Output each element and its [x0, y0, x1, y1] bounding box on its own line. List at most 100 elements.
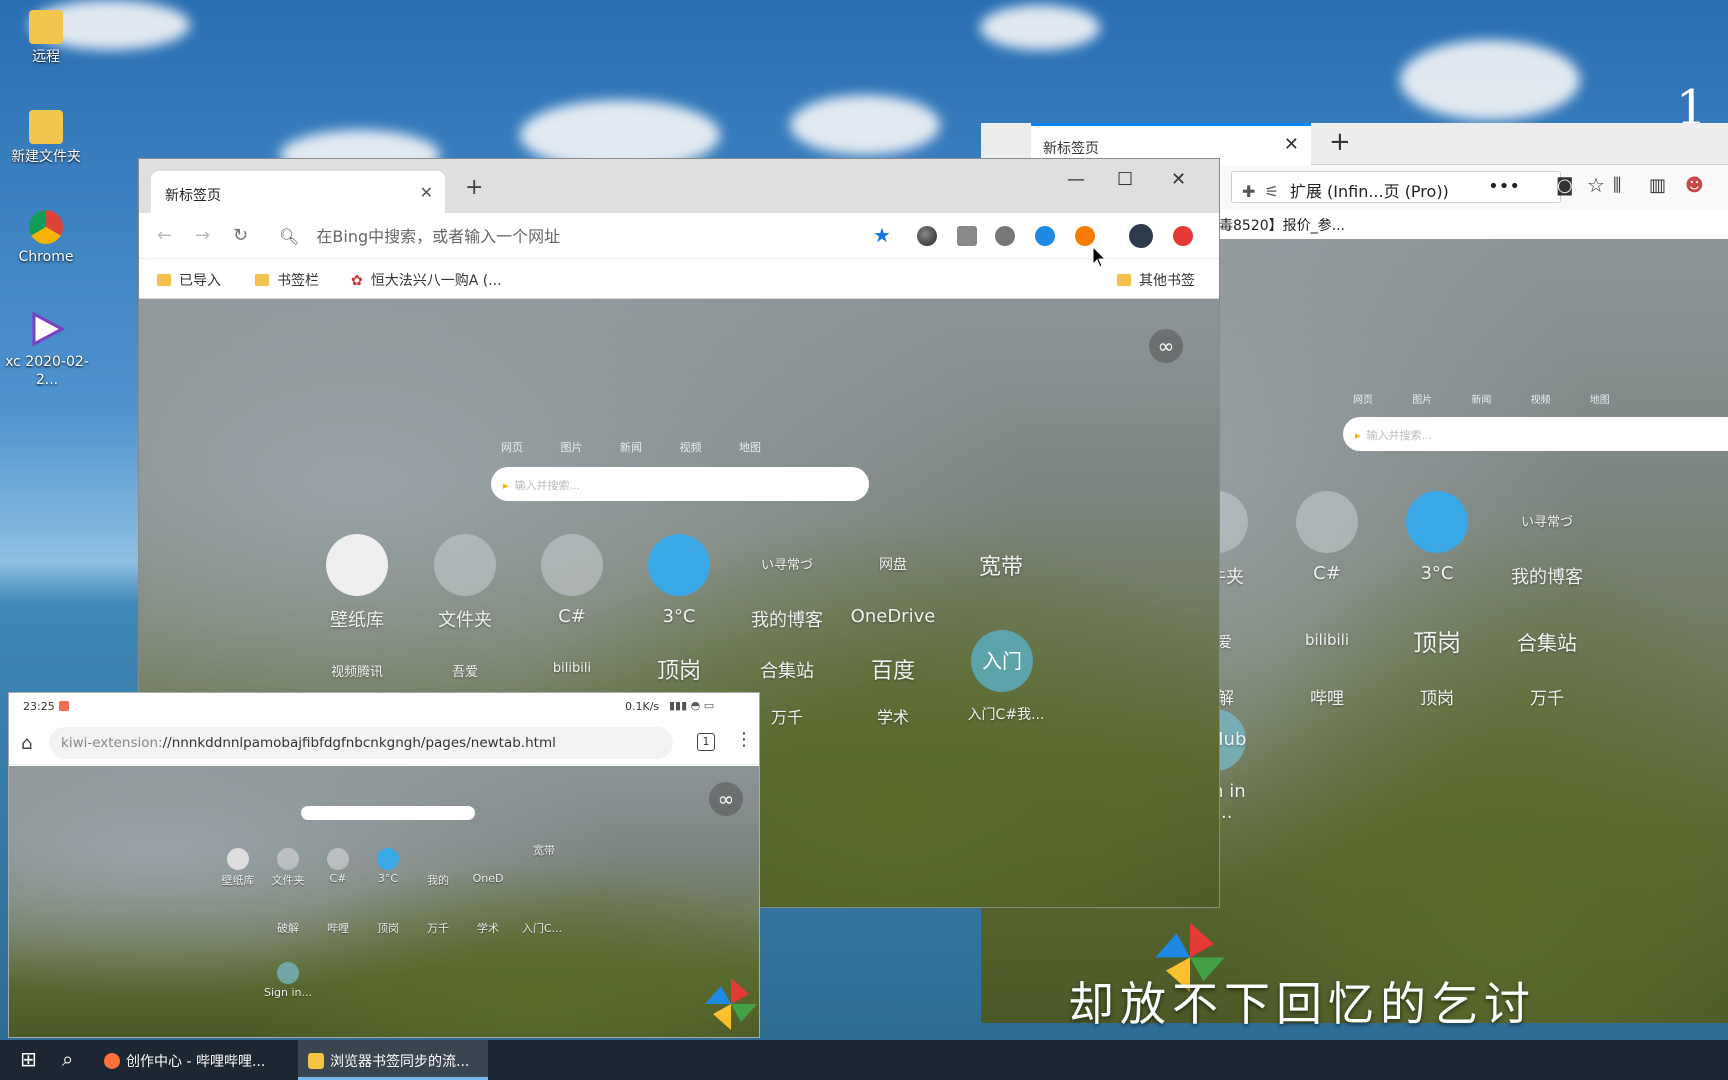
forward-icon[interactable]: → [195, 225, 210, 246]
search-tab[interactable]: 视频 [680, 441, 702, 454]
search-input[interactable]: ▸ 输入并搜索... [1343, 417, 1728, 451]
search-tab[interactable]: 图片 [1412, 395, 1432, 406]
mini-word[interactable]: 哔哩 [313, 920, 363, 936]
star-icon[interactable]: ☆ [1587, 173, 1605, 197]
search-input[interactable]: ▸ 输入并搜索... [491, 467, 869, 501]
mini-tile[interactable]: OneD [463, 872, 513, 885]
chrome-tab-newtab[interactable]: 新标签页 ✕ [151, 171, 445, 213]
maximize-icon[interactable]: ☐ [1117, 169, 1133, 190]
tile-weather[interactable]: 3°C [1389, 491, 1485, 584]
tile-blog[interactable]: い寻常づ 我的博客 [1499, 491, 1595, 589]
search-tab[interactable]: 新闻 [1471, 395, 1491, 406]
infinity-settings-icon[interactable]: ∞ [1149, 329, 1183, 363]
desktop-icon-chrome[interactable]: Chrome [2, 210, 90, 266]
mini-tile[interactable]: 宽带 [519, 842, 569, 858]
tile-word[interactable]: 吾爱 [417, 661, 513, 680]
library-icon[interactable]: ⫼ [1613, 175, 1621, 196]
back-icon[interactable]: ← [157, 225, 172, 246]
search-tab[interactable]: 地图 [1590, 395, 1610, 406]
search-tab[interactable]: 新闻 [620, 441, 642, 454]
tab-count[interactable]: 1 [697, 733, 715, 751]
firefox-address-bar[interactable]: ✚ ⚟ 扩展 (Infin...页 (Pro)) ••• [1231, 171, 1561, 203]
tile-blog[interactable]: い寻常づ 我的博客 [739, 534, 835, 632]
tile-intro[interactable]: 入门 [971, 630, 1033, 692]
tile-word[interactable]: bilibili [1279, 631, 1375, 649]
search-icon[interactable]: ⌕ [52, 1040, 73, 1080]
tile-word[interactable]: 宽带 [953, 549, 1049, 581]
bookmark-folder-bar[interactable]: 书签栏 [255, 270, 319, 290]
taskbar-item-firefox[interactable]: 创作中心 - 哔哩哔哩... [94, 1040, 284, 1080]
omnibox[interactable]: 🔍︎ 在Bing中搜索，或者输入一个网址 [279, 223, 839, 251]
mini-tile[interactable]: 3°C [363, 848, 413, 885]
tile-word[interactable]: 万千 [1499, 684, 1595, 709]
overflow-menu-icon[interactable]: ⋮ [735, 729, 753, 750]
minimize-icon[interactable]: — [1067, 169, 1085, 190]
tile-word[interactable]: 顶岗 [1389, 684, 1485, 709]
cloud-download-icon[interactable] [995, 226, 1015, 246]
mini-word[interactable]: 顶岗 [363, 920, 413, 936]
tile-onedrive[interactable]: 网盘 OneDrive [845, 534, 941, 627]
bookmark-item[interactable]: 毒8520】报价_参... [1219, 215, 1345, 235]
tile-word[interactable]: 百度 [845, 653, 941, 685]
mini-tile[interactable]: 壁纸库 [213, 848, 263, 888]
close-icon[interactable]: ✕ [1284, 134, 1299, 155]
tile-word[interactable]: 合集站 [739, 657, 835, 683]
search-tab[interactable]: 地图 [739, 441, 761, 454]
mini-word[interactable]: 万千 [413, 920, 463, 936]
onedrive-check-icon[interactable] [1035, 226, 1055, 246]
search-tab[interactable]: 视频 [1531, 395, 1551, 406]
tile-weather[interactable]: 3°C [631, 534, 727, 627]
mini-tile[interactable]: 我的 [413, 872, 463, 888]
new-tab-plus-icon[interactable]: + [465, 175, 483, 200]
profile-avatar[interactable] [1129, 224, 1153, 248]
tile-word[interactable]: 顶岗 [1389, 623, 1485, 658]
tile-csharp[interactable]: C# [1279, 491, 1375, 584]
tile-wallpaper[interactable]: 壁纸库 [309, 534, 405, 632]
mini-tile[interactable]: Sign in... [263, 962, 313, 999]
tile-csharp[interactable]: C# [524, 534, 620, 627]
bookmark-star-icon[interactable]: ★ [873, 223, 891, 247]
desktop-icon-new-folder[interactable]: 新建文件夹 [2, 110, 90, 166]
phone-address-input[interactable]: kiwi-extension://nnnkddnnlpamobajfibfdgf… [49, 727, 673, 759]
tile-word[interactable]: 入门C#我... [951, 704, 1061, 724]
notification-icon [59, 701, 69, 711]
tile-word[interactable]: 顶岗 [631, 653, 727, 685]
phone-search-input[interactable] [301, 806, 475, 820]
bookmark-folder-other[interactable]: 其他书签 [1117, 270, 1195, 290]
tile-word[interactable]: 合集站 [1499, 627, 1595, 656]
close-icon[interactable]: ✕ [420, 183, 433, 202]
extension-grid-icon[interactable] [957, 226, 977, 246]
desktop-icon-video[interactable]: xc 2020-02-2... [2, 310, 92, 389]
tile-folder[interactable]: 文件夹 [417, 534, 513, 632]
windows-start-icon[interactable]: ⊞ [10, 1040, 37, 1080]
search-tab[interactable]: 网页 [1353, 395, 1373, 406]
pocket-icon[interactable]: ◙ [1556, 175, 1573, 196]
desktop-icon-label: xc 2020-02-2... [5, 354, 89, 388]
infinity-ext-icon[interactable] [1075, 226, 1095, 246]
desktop-icon-remote[interactable]: 远程 [2, 10, 90, 66]
account-icon[interactable]: ☻ [1685, 175, 1704, 196]
mini-word[interactable]: 破解 [263, 920, 313, 936]
sidebar-icon[interactable]: ▥ [1649, 175, 1666, 196]
mini-word[interactable]: 入门C... [517, 920, 567, 936]
mini-tile[interactable]: C# [313, 848, 363, 885]
tile-word[interactable]: 学术 [845, 704, 941, 728]
reload-icon[interactable]: ↻ [233, 225, 248, 246]
search-tab[interactable]: 图片 [561, 441, 583, 454]
new-tab-plus-icon[interactable]: + [1329, 127, 1351, 157]
extension-circles-icon[interactable] [917, 226, 937, 246]
search-tab[interactable]: 网页 [501, 441, 523, 454]
window-close-icon[interactable]: ✕ [1171, 169, 1186, 190]
mini-tile[interactable]: 文件夹 [263, 848, 313, 888]
more-icon[interactable]: ••• [1488, 176, 1520, 197]
mini-word[interactable]: 学术 [463, 920, 513, 936]
bookmark-fund[interactable]: ✿ 恒大法兴八一购A (... [351, 270, 502, 290]
taskbar-item-player[interactable]: 浏览器书签同步的流... [298, 1040, 488, 1080]
update-arrow-icon[interactable] [1173, 226, 1193, 246]
infinity-settings-icon[interactable]: ∞ [709, 782, 743, 816]
tile-word[interactable]: 哔哩 [1279, 684, 1375, 709]
bookmark-folder-imported[interactable]: 已导入 [157, 270, 221, 290]
home-icon[interactable]: ⌂ [21, 733, 32, 754]
tile-word[interactable]: bilibili [524, 661, 620, 676]
tile-word[interactable]: 视频腾讯 [309, 661, 405, 680]
